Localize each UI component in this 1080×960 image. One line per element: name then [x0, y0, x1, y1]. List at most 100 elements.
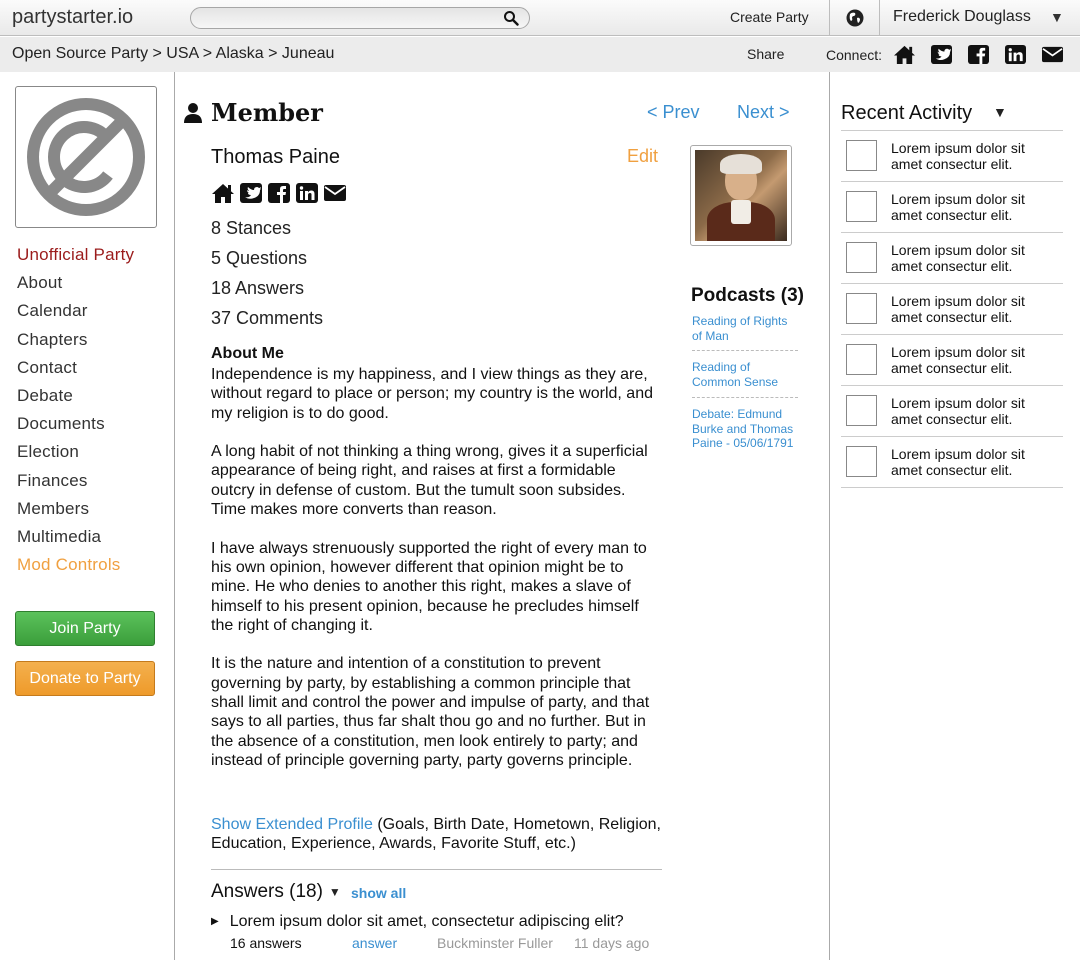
edit-link[interactable]: Edit — [627, 146, 658, 167]
caret-right-icon[interactable]: ▶ — [211, 916, 219, 931]
search-icon[interactable] — [503, 10, 519, 26]
sidebar-item-members[interactable]: Members — [17, 498, 134, 526]
caret-down-icon[interactable]: ▼ — [329, 885, 341, 899]
activity-item[interactable]: Lorem ipsum dolor sit amet consectur eli… — [841, 284, 1063, 335]
member-social-icons — [211, 182, 347, 204]
activity-text: Lorem ipsum dolor sit amet consectur eli… — [891, 140, 1025, 172]
linkedin-icon[interactable] — [295, 182, 319, 204]
activity-item[interactable]: Lorem ipsum dolor sit amet consectur eli… — [841, 131, 1063, 182]
chevron-down-icon[interactable]: ▼ — [993, 104, 1007, 120]
recent-activity-panel: Recent Activity ▼ Lorem ipsum dolor sit … — [829, 72, 1080, 960]
activity-thumbnail — [846, 344, 877, 375]
about-paragraph: I have always strenuously supported the … — [211, 539, 647, 634]
page-title: Member — [211, 98, 323, 127]
activity-item[interactable]: Lorem ipsum dolor sit amet consectur eli… — [841, 335, 1063, 386]
stat-comments[interactable]: 37 Comments — [211, 308, 323, 338]
user-menu[interactable]: Frederick Douglass — [893, 8, 1031, 26]
stat-stances[interactable]: 8 Stances — [211, 218, 323, 248]
user-icon — [184, 102, 202, 123]
podcasts-title: Podcasts (3) — [691, 285, 804, 306]
activity-item[interactable]: Lorem ipsum dolor sit amet consectur eli… — [841, 233, 1063, 284]
top-bar: partystarter.io Create Party Frederick D… — [0, 0, 1080, 36]
email-icon[interactable] — [323, 182, 347, 204]
show-extended-profile-link[interactable]: Show Extended Profile — [211, 816, 373, 833]
recent-activity-title[interactable]: Recent Activity — [841, 102, 972, 125]
facebook-icon[interactable] — [967, 44, 990, 65]
activity-text: Lorem ipsum dolor sit amet consectur eli… — [891, 446, 1025, 478]
donate-button[interactable]: Donate to Party — [15, 661, 155, 696]
stat-answers[interactable]: 18 Answers — [211, 278, 323, 308]
sidebar-item-about[interactable]: About — [17, 272, 134, 300]
email-icon[interactable] — [1041, 44, 1064, 65]
activity-text: Lorem ipsum dolor sit amet consectur eli… — [891, 242, 1025, 274]
activity-thumbnail — [846, 140, 877, 171]
connect-label: Connect: — [826, 47, 883, 63]
answers-title: Answers (18) — [211, 881, 323, 902]
next-link[interactable]: Next > — [737, 102, 790, 123]
home-icon[interactable] — [893, 44, 916, 65]
home-icon[interactable] — [211, 182, 235, 204]
chevron-down-icon[interactable]: ▼ — [1050, 9, 1064, 25]
answer-time: 11 days ago — [574, 935, 650, 951]
sidebar-item-contact[interactable]: Contact — [17, 357, 134, 385]
activity-thumbnail — [846, 242, 877, 273]
sidebar-item-documents[interactable]: Documents — [17, 413, 134, 441]
member-avatar[interactable] — [690, 145, 792, 246]
party-logo[interactable] — [15, 86, 157, 228]
activity-item[interactable]: Lorem ipsum dolor sit amet consectur eli… — [841, 437, 1063, 488]
activity-text: Lorem ipsum dolor sit amet consectur eli… — [891, 344, 1025, 376]
show-all-link[interactable]: show all — [351, 885, 406, 901]
portrait-image — [695, 150, 787, 241]
answer-count: 16 answers — [230, 935, 302, 951]
sidebar-nav: Unofficial Party About Calendar Chapters… — [17, 244, 134, 582]
sidebar-item-election[interactable]: Election — [17, 441, 134, 469]
podcast-item[interactable]: Reading of Common Sense — [692, 360, 798, 398]
answers-heading[interactable]: Answers (18) ▼ — [211, 881, 341, 903]
share-button[interactable]: Share — [747, 46, 784, 62]
sidebar-item-chapters[interactable]: Chapters — [17, 329, 134, 357]
globe-icon — [846, 9, 864, 27]
answer-question[interactable]: ▶ Lorem ipsum dolor sit amet, consectetu… — [211, 913, 624, 931]
answer-question-text[interactable]: Lorem ipsum dolor sit amet, consectetur … — [230, 913, 624, 931]
page-title-row: Member — [183, 98, 323, 127]
activity-thumbnail — [846, 446, 877, 477]
site-logo[interactable]: partystarter.io — [12, 6, 133, 29]
sidebar-item-mod-controls[interactable]: Mod Controls — [17, 554, 134, 582]
language-button[interactable] — [829, 0, 880, 36]
linkedin-icon[interactable] — [1004, 44, 1027, 65]
about-heading: About Me — [211, 345, 284, 362]
twitter-icon[interactable] — [930, 44, 953, 65]
about-body: Independence is my happiness, and I view… — [211, 365, 661, 790]
about-paragraph: Independence is my happiness, and I view… — [211, 366, 653, 422]
sidebar-item-multimedia[interactable]: Multimedia — [17, 526, 134, 554]
activity-item[interactable]: Lorem ipsum dolor sit amet consectur eli… — [841, 386, 1063, 437]
activity-thumbnail — [846, 191, 877, 222]
answer-link[interactable]: answer — [352, 935, 397, 951]
about-paragraph: A long habit of not thinking a thing wro… — [211, 443, 648, 519]
activity-thumbnail — [846, 395, 877, 426]
member-stats: 8 Stances 5 Questions 18 Answers 37 Comm… — [211, 218, 323, 338]
podcast-list: Reading of Rights of Man Reading of Comm… — [692, 314, 798, 467]
twitter-icon[interactable] — [239, 182, 263, 204]
podcast-item[interactable]: Reading of Rights of Man — [692, 314, 798, 352]
activity-list: Lorem ipsum dolor sit amet consectur eli… — [841, 130, 1063, 488]
answer-author[interactable]: Buckminster Fuller — [437, 935, 553, 951]
sidebar-item-finances[interactable]: Finances — [17, 470, 134, 498]
activity-item[interactable]: Lorem ipsum dolor sit amet consectur eli… — [841, 182, 1063, 233]
prev-link[interactable]: < Prev — [647, 102, 700, 123]
create-party-link[interactable]: Create Party — [730, 9, 809, 25]
sidebar-item-debate[interactable]: Debate — [17, 385, 134, 413]
facebook-icon[interactable] — [267, 182, 291, 204]
breadcrumb[interactable]: Open Source Party > USA > Alaska > Junea… — [12, 45, 334, 63]
extended-profile: Show Extended Profile (Goals, Birth Date… — [211, 815, 661, 854]
stat-questions[interactable]: 5 Questions — [211, 248, 323, 278]
join-party-button[interactable]: Join Party — [15, 611, 155, 646]
search-input[interactable] — [190, 7, 530, 29]
no-copyright-icon — [27, 98, 145, 216]
podcast-item[interactable]: Debate: Edmund Burke and Thomas Paine - … — [692, 407, 798, 458]
main-content: Member < Prev Next > Thomas Paine Edit 8… — [176, 72, 828, 960]
sidebar-item-party-name[interactable]: Unofficial Party — [17, 244, 134, 272]
sidebar-item-calendar[interactable]: Calendar — [17, 300, 134, 328]
activity-text: Lorem ipsum dolor sit amet consectur eli… — [891, 395, 1025, 427]
activity-text: Lorem ipsum dolor sit amet consectur eli… — [891, 191, 1025, 223]
